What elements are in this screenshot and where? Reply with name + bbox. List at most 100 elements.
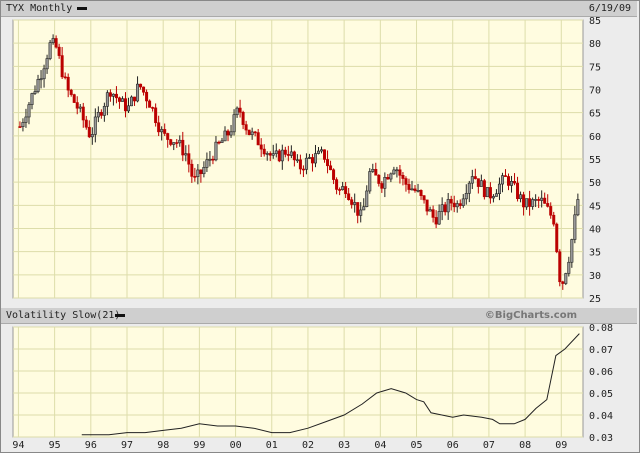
candle [72, 93, 76, 103]
candle-body [151, 107, 155, 109]
candle [485, 187, 489, 198]
candle-body [69, 89, 73, 95]
candle-body [274, 150, 278, 154]
candle-body [157, 122, 161, 133]
candle-body [434, 217, 438, 225]
candle-body [332, 169, 336, 180]
candle-body [449, 199, 453, 204]
candle-body [310, 157, 314, 164]
candle-body [232, 114, 236, 133]
candle-body [208, 158, 212, 161]
candle-body [286, 154, 290, 156]
candle-body [500, 175, 504, 185]
candle-body [482, 180, 486, 198]
price-y-tick-label: 25 [589, 294, 601, 305]
candle-body [519, 194, 523, 200]
candle-body [377, 174, 381, 184]
candle-body [256, 132, 260, 146]
candle-body [172, 142, 176, 145]
candle-body [546, 203, 550, 207]
x-tick-label: 01 [266, 440, 278, 451]
candle-body [368, 171, 372, 192]
candle [130, 95, 134, 107]
candle-body [452, 202, 456, 208]
candle-body [75, 102, 79, 109]
candle-body [537, 199, 541, 201]
candle-body [51, 38, 55, 43]
candle-body [154, 107, 158, 124]
candle-body [241, 111, 245, 125]
candle-body [416, 190, 420, 192]
candle-body [422, 195, 426, 201]
candle-body [271, 153, 275, 156]
candle-body [464, 193, 468, 200]
candle-body [42, 68, 46, 80]
candle-body [516, 182, 520, 200]
candle-body [148, 100, 152, 108]
candle [247, 129, 251, 136]
candle-body [320, 149, 324, 152]
x-tick-label: 04 [374, 440, 386, 451]
candle-body [407, 184, 411, 190]
candle-body [289, 151, 293, 156]
candle-body [202, 167, 206, 175]
candle-body [96, 112, 100, 118]
price-y-tick-label: 80 [589, 39, 601, 50]
candle-body [66, 76, 70, 91]
candle-body [506, 176, 510, 186]
candle-body [558, 251, 562, 283]
candle [368, 168, 372, 194]
candle-body [105, 92, 109, 107]
candle-body [18, 126, 22, 128]
x-tick-label: 03 [338, 440, 350, 451]
candle-body [295, 159, 299, 162]
price-y-tick-label: 45 [589, 201, 601, 212]
candle-body [470, 176, 474, 184]
candle-body [33, 91, 37, 94]
candle-body [93, 116, 97, 135]
candle-body [81, 106, 85, 121]
candle-body [184, 153, 188, 156]
candle-body [54, 38, 58, 48]
candle-body [262, 148, 266, 155]
candle-body [36, 79, 40, 92]
candle-body [476, 178, 480, 187]
candle-body [265, 153, 269, 155]
candle-body [455, 203, 459, 208]
candle-body [163, 129, 167, 134]
candle-body [494, 193, 498, 197]
candle-body [555, 223, 559, 253]
candle-body [220, 140, 224, 143]
candle-body [130, 96, 134, 107]
candle-body [78, 106, 82, 109]
candle-body [250, 131, 254, 136]
candle-body [440, 204, 444, 212]
candle-body [359, 209, 363, 216]
candle-body [99, 112, 103, 116]
volatility-y-tick-label: 0.06 [589, 367, 613, 378]
candle-body [549, 206, 553, 216]
candle [555, 222, 559, 254]
candle-body [84, 119, 88, 128]
candle-body [362, 206, 366, 211]
candle-body [383, 177, 387, 189]
price-y-tick-label: 35 [589, 248, 601, 259]
candle-body [214, 141, 218, 161]
candle-body [39, 78, 43, 81]
candle-body [389, 173, 393, 180]
candle-body [329, 165, 333, 171]
x-tick-label: 94 [12, 440, 24, 451]
candle-body [277, 150, 281, 162]
candle-body [283, 149, 287, 155]
candle-body [244, 124, 248, 131]
candle-body [160, 129, 164, 133]
candle-body [178, 139, 182, 144]
candle-body [552, 214, 556, 225]
chart-svg: 25 30 35 40 45 50 55 60 65 70 75 80 85 0.03 0.04 0.05 0.… [12, 16, 613, 451]
candle-body [344, 186, 348, 195]
candle-body [522, 194, 526, 208]
candle-body [428, 209, 432, 212]
candle-body [576, 199, 580, 216]
candle-body [313, 153, 317, 164]
price-y-tick-label: 30 [589, 271, 601, 282]
